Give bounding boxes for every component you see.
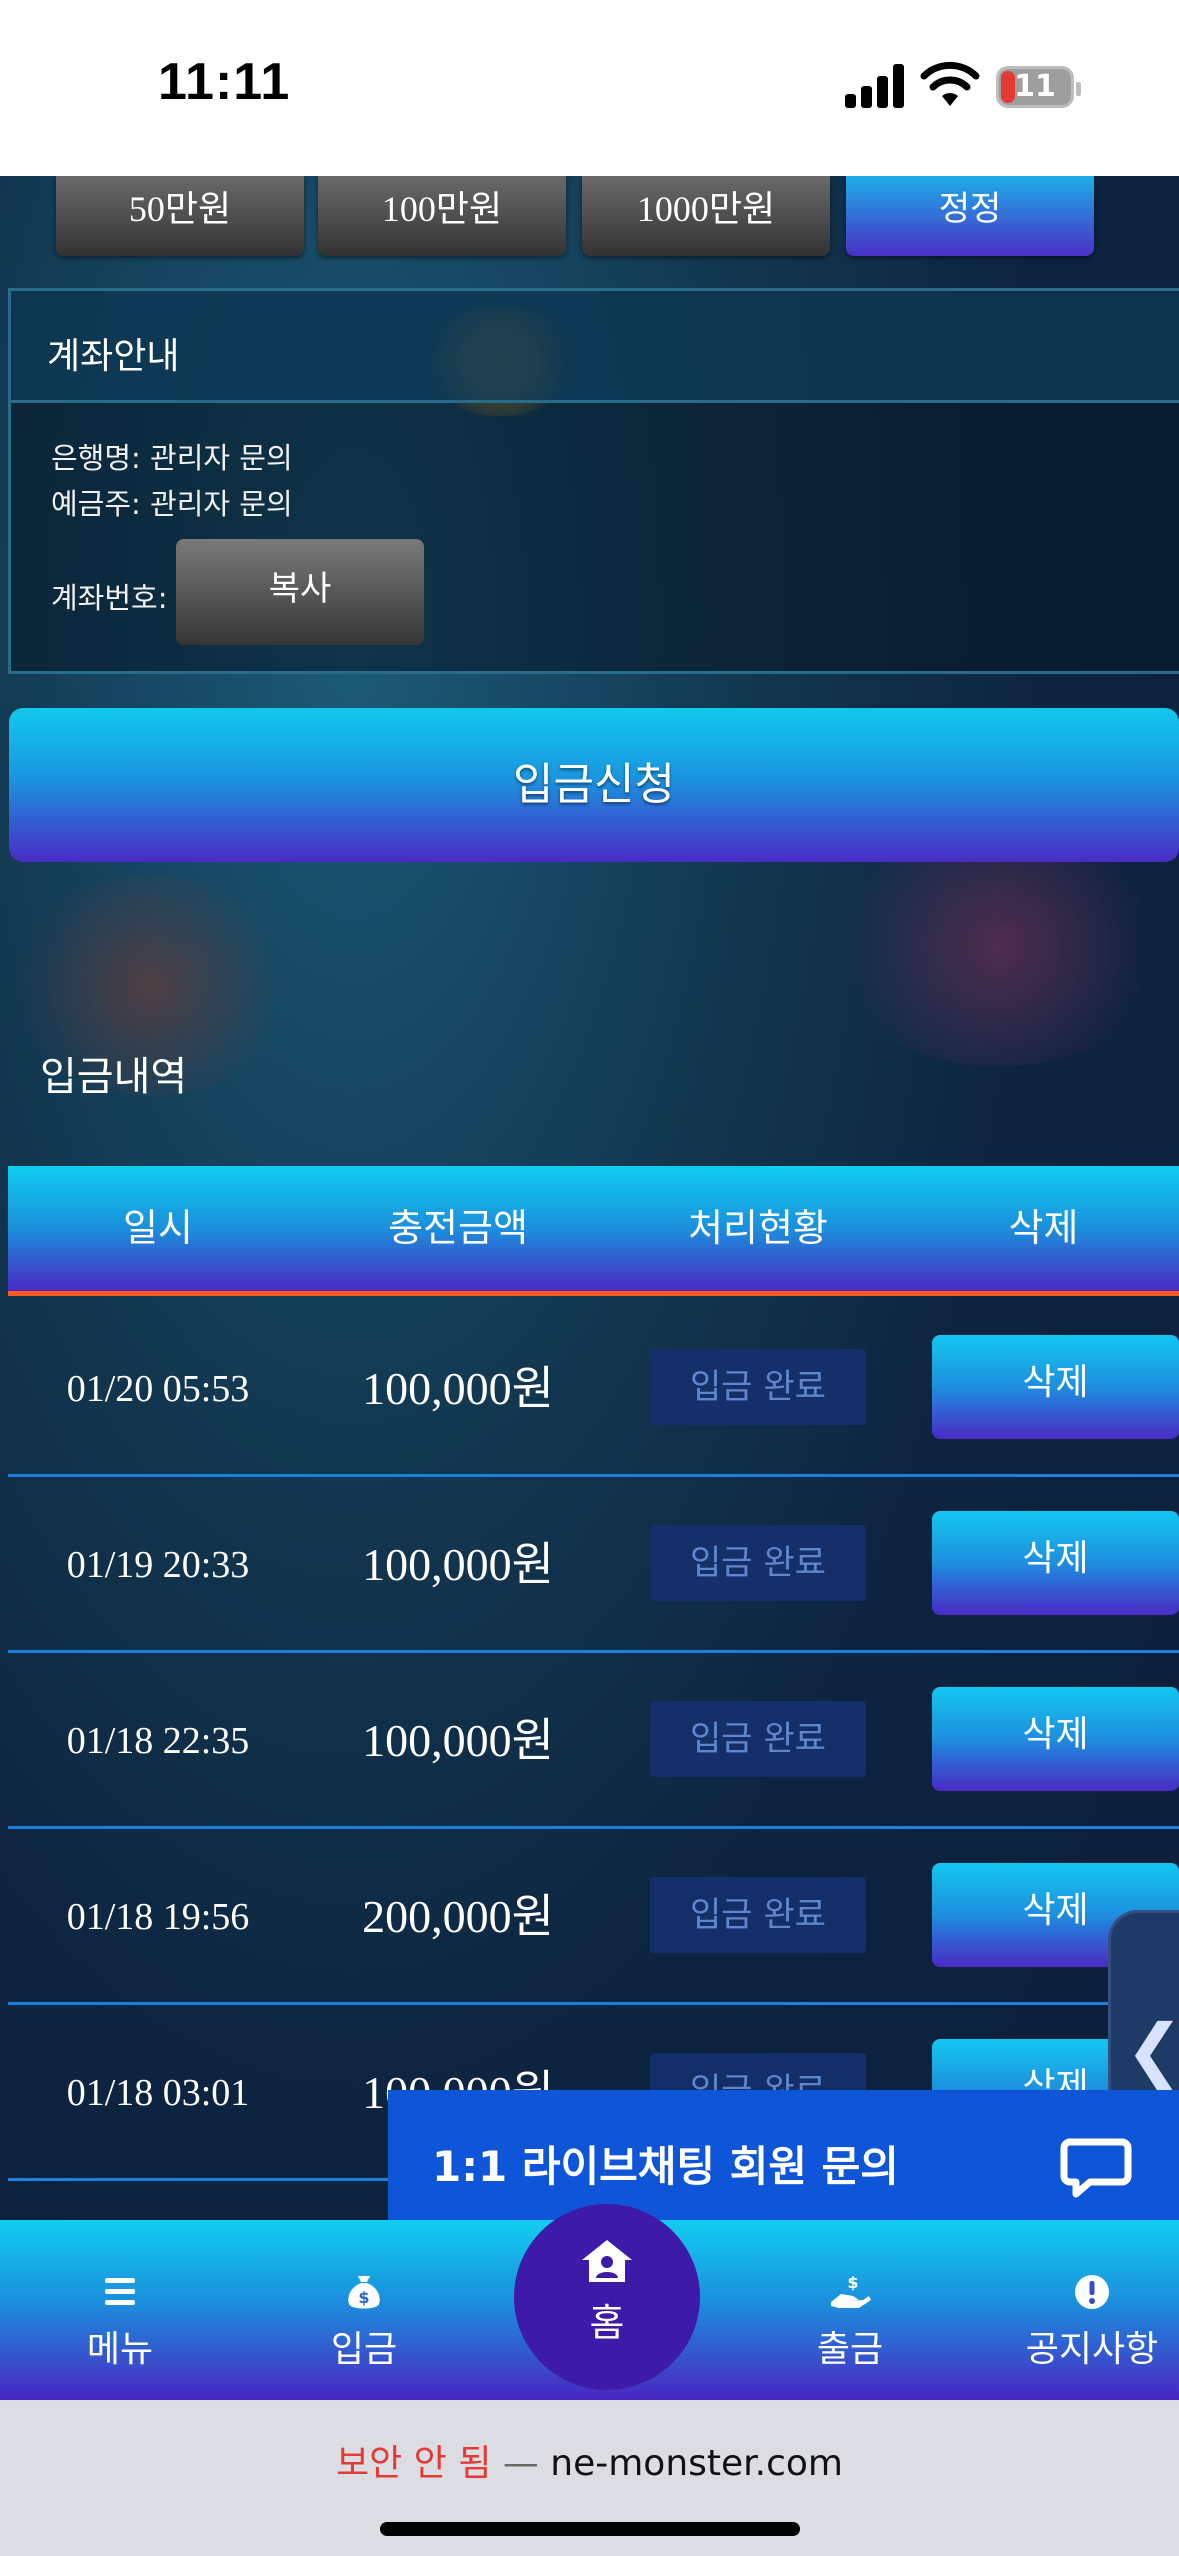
clock: 11:11: [158, 53, 291, 111]
row-amount: 100,000원: [362, 1715, 554, 1766]
chevron-left-icon: ❮: [1125, 2009, 1179, 2091]
nav-withdraw[interactable]: $ 출금: [750, 2220, 950, 2400]
row-amount: 200,000원: [362, 1891, 554, 1942]
copy-button[interactable]: 복사: [176, 539, 424, 645]
nav-home[interactable]: 홈: [514, 2204, 700, 2390]
home-user-icon: [582, 2240, 632, 2282]
hamburger-icon: [105, 2278, 135, 2305]
url-separator: —: [491, 2443, 551, 2484]
svg-text:$: $: [847, 2273, 858, 2292]
money-bag-icon: $: [348, 2276, 380, 2309]
wifi-icon: [920, 61, 980, 106]
hand-money-icon: $: [831, 2273, 871, 2308]
account-header: 계좌안내: [11, 291, 1179, 403]
column-status: 처리현황: [688, 1206, 828, 1250]
row-amount: 100,000원: [362, 1539, 554, 1590]
history-title: 입금내역: [40, 1054, 188, 1100]
chat-bubble-icon: [1060, 2138, 1132, 2198]
status-badge: 입금 완료: [650, 1701, 866, 1777]
deposit-page: 50만원 100만원 1000만원 정정 계좌안내 은행명: 관리자 문의 예금…: [0, 176, 1179, 2400]
nav-menu-label: 메뉴: [86, 2329, 154, 2370]
battery-icon: 11: [996, 66, 1081, 108]
coral-decoration: [820, 826, 1179, 1066]
signal-icon: [845, 64, 907, 108]
amount-buttons: 50만원 100만원 1000만원 정정: [56, 176, 1096, 256]
row-date: 01/18 03:01: [66, 2072, 250, 2114]
deposit-apply-button[interactable]: 입금신청: [9, 708, 1179, 862]
status-badge: 입금 완료: [650, 1525, 866, 1601]
account-number-label: 계좌번호:: [51, 581, 168, 615]
row-amount: 100,000원: [362, 1363, 554, 1414]
table-row: 01/18 22:35 100,000원 입금 완료 삭제: [8, 1653, 1179, 1829]
column-delete: 삭제: [1008, 1206, 1079, 1250]
alert-circle-icon: [1075, 2275, 1109, 2309]
status-badge: 입금 완료: [650, 1877, 866, 1953]
nav-withdraw-label: 출금: [816, 2329, 884, 2370]
account-info-box: 계좌안내 은행명: 관리자 문의 예금주: 관리자 문의 계좌번호: 복사: [8, 288, 1179, 674]
account-title: 계좌안내: [47, 336, 180, 377]
column-date: 일시: [123, 1206, 193, 1250]
column-amount: 충전금액: [388, 1206, 528, 1250]
account-holder: 예금주: 관리자 문의: [51, 487, 293, 521]
nav-notice-label: 공지사항: [1025, 2329, 1159, 2370]
delete-button[interactable]: 삭제: [932, 1335, 1179, 1439]
delete-button[interactable]: 삭제: [932, 1687, 1179, 1791]
row-date: 01/19 20:33: [66, 1544, 250, 1586]
row-date: 01/18 19:56: [66, 1896, 250, 1938]
nav-home-label: 홈: [589, 2301, 625, 2345]
url-text: 보안 안 됨 — ne-monster.com: [0, 2434, 1179, 2486]
table-row: 01/18 19:56 200,000원 입금 완료 삭제: [8, 1829, 1179, 2005]
delete-button[interactable]: 삭제: [932, 1511, 1179, 1615]
amount-button-1000[interactable]: 1000만원: [582, 176, 830, 256]
status-badge: 입금 완료: [650, 1349, 866, 1425]
row-date: 01/20 05:53: [66, 1368, 250, 1410]
browser-url-bar[interactable]: 보안 안 됨 — ne-monster.com: [0, 2400, 1179, 2556]
row-date: 01/18 22:35: [66, 1720, 250, 1762]
insecure-label: 보안 안 됨: [336, 2443, 492, 2484]
history-table-header: 일시 충전금액 처리현황 삭제: [8, 1166, 1179, 1296]
ios-status-bar: 11:11 11: [0, 0, 1179, 176]
table-row: 01/20 05:53 100,000원 입금 완료 삭제: [8, 1301, 1179, 1477]
nav-menu[interactable]: 메뉴: [20, 2220, 220, 2400]
nav-deposit[interactable]: $ 입금: [264, 2220, 464, 2400]
reset-button[interactable]: 정정: [846, 176, 1094, 256]
amount-button-50[interactable]: 50만원: [56, 176, 304, 256]
home-indicator: [380, 2522, 800, 2536]
nav-deposit-label: 입금: [330, 2329, 398, 2370]
nav-notice[interactable]: 공지사항: [992, 2220, 1179, 2400]
bank-name: 은행명: 관리자 문의: [51, 441, 293, 475]
table-row: 01/19 20:33 100,000원 입금 완료 삭제: [8, 1477, 1179, 1653]
svg-text:$: $: [358, 2288, 369, 2307]
domain-label: ne-monster.com: [550, 2443, 843, 2484]
amount-button-100[interactable]: 100만원: [318, 176, 566, 256]
